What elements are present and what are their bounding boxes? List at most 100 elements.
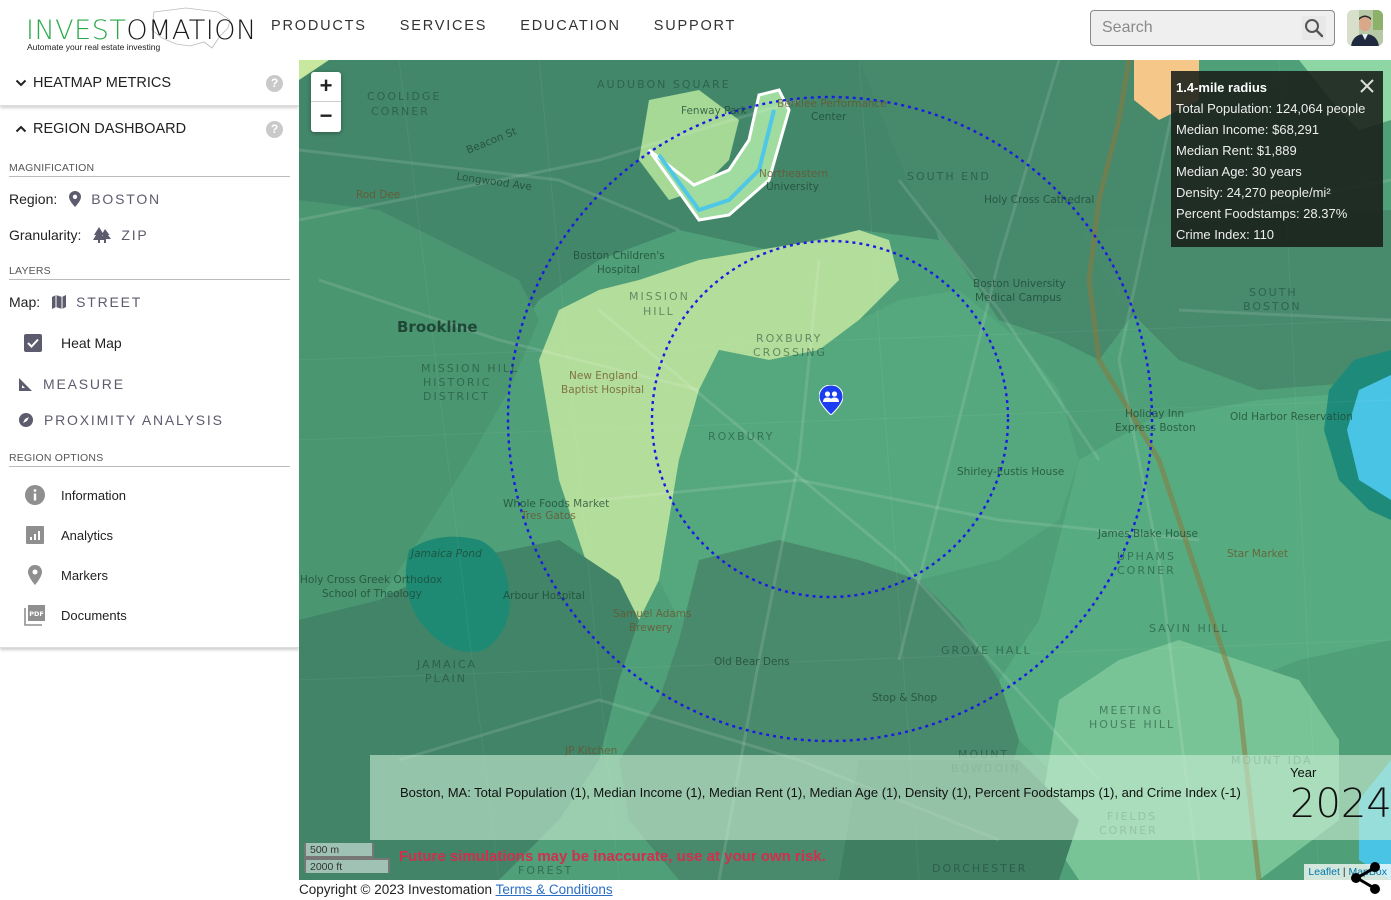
pdf-icon: PDF bbox=[24, 605, 45, 626]
option-information[interactable]: Information bbox=[0, 475, 299, 515]
map-label: JAMAICA bbox=[417, 658, 478, 671]
map-label: COOLIDGE bbox=[367, 90, 442, 103]
option-markers[interactable]: Markers bbox=[0, 555, 299, 595]
option-markers-label: Markers bbox=[61, 567, 108, 583]
map-label: Samuel Adams bbox=[613, 608, 692, 620]
region-dashboard-label: REGION DASHBOARD bbox=[33, 121, 187, 137]
popup-density: Density: 24,270 people/mi² bbox=[1176, 185, 1331, 200]
search-button[interactable] bbox=[1302, 16, 1326, 40]
map-label: Fenway Park bbox=[681, 105, 747, 117]
metrics-weight-summary: Boston, MA: Total Population (1), Median… bbox=[400, 785, 1241, 800]
popup-crime-index: Crime Index: 110 bbox=[1176, 227, 1275, 242]
zoom-control: + − bbox=[311, 72, 341, 132]
avatar-photo-icon bbox=[1347, 10, 1383, 46]
map-label: BOSTON bbox=[1243, 300, 1302, 313]
map-label: Express Boston bbox=[1115, 422, 1196, 434]
map-style-value: STREET bbox=[76, 294, 143, 310]
region-value: BOSTON bbox=[91, 191, 161, 207]
map-label: MEETING bbox=[1099, 704, 1164, 717]
search-box bbox=[1090, 10, 1335, 46]
nav-services[interactable]: SERVICES bbox=[400, 17, 487, 35]
share-icon[interactable] bbox=[1348, 860, 1384, 896]
svg-text:PDF: PDF bbox=[29, 610, 44, 618]
year-value[interactable]: 2024 bbox=[1290, 781, 1391, 827]
terms-link[interactable]: Terms & Conditions bbox=[496, 882, 613, 897]
scale-imperial: 2000 ft bbox=[304, 858, 390, 873]
heatmap-metrics-toggle[interactable]: HEATMAP METRICS ? bbox=[0, 60, 299, 106]
nav-products[interactable]: PRODUCTS bbox=[271, 17, 367, 35]
trees-icon bbox=[93, 227, 112, 243]
map-pin-icon bbox=[69, 191, 82, 207]
map-label: CROSSING bbox=[753, 346, 827, 359]
zoom-in-button[interactable]: + bbox=[311, 72, 341, 102]
map-label: HOUSE HILL bbox=[1089, 718, 1176, 731]
chevron-up-icon bbox=[15, 125, 27, 133]
close-icon[interactable] bbox=[1359, 78, 1375, 94]
heatmap-map[interactable]: AUDUBON SQUARE COOLIDGE CORNER Brookline… bbox=[299, 60, 1391, 880]
checkmark-icon bbox=[27, 338, 39, 348]
map-label: Stop & Shop bbox=[872, 692, 938, 704]
region-selector[interactable]: BOSTON bbox=[69, 191, 161, 207]
region-options-heading: REGION OPTIONS bbox=[9, 442, 290, 467]
option-information-label: Information bbox=[61, 487, 127, 503]
region-row: Region: BOSTON bbox=[0, 181, 299, 217]
map-label: GROVE HALL bbox=[941, 644, 1032, 657]
layers-heading: LAYERS bbox=[9, 255, 290, 280]
map-label: CORNER bbox=[1117, 564, 1176, 577]
map-label: Jamaica Pond bbox=[411, 548, 482, 560]
popup-title: 1.4-mile radius bbox=[1176, 80, 1268, 95]
measure-tool[interactable]: MEASURE bbox=[0, 366, 299, 402]
measure-label: MEASURE bbox=[43, 376, 125, 392]
region-label: Region: bbox=[9, 191, 58, 207]
search-icon bbox=[1305, 19, 1324, 38]
granularity-row: Granularity: ZIP bbox=[0, 217, 299, 253]
map-label: Star Market bbox=[1227, 548, 1288, 560]
user-avatar[interactable] bbox=[1347, 10, 1383, 46]
footer: Copyright © 2023 Investomation Terms & C… bbox=[299, 882, 613, 897]
leaflet-link[interactable]: Leaflet bbox=[1308, 866, 1340, 878]
logo-tagline: Automate your real estate investing bbox=[27, 42, 161, 52]
map-label: Brewery bbox=[629, 622, 673, 634]
map-label: Brookline bbox=[397, 318, 478, 336]
year-label: Year bbox=[1290, 765, 1317, 780]
bar-chart-icon bbox=[26, 526, 44, 544]
map-label: Tres Gatos bbox=[521, 510, 576, 522]
help-icon[interactable]: ? bbox=[266, 75, 283, 92]
heatmap-metrics-label: HEATMAP METRICS bbox=[33, 74, 172, 91]
map-label: Rod Dee bbox=[356, 189, 401, 201]
option-documents[interactable]: PDF Documents bbox=[0, 595, 299, 635]
map-style-row: Map: STREET bbox=[0, 284, 299, 320]
nav-support[interactable]: SUPPORT bbox=[654, 17, 736, 35]
zoom-out-button[interactable]: − bbox=[311, 102, 341, 132]
map-pin-icon bbox=[28, 565, 42, 585]
search-input[interactable] bbox=[1091, 11, 1296, 45]
map-icon bbox=[52, 295, 67, 309]
popup-percent-foodstamps: Percent Foodstamps: 28.37% bbox=[1176, 206, 1348, 221]
main-nav: PRODUCTS SERVICES EDUCATION SUPPORT bbox=[271, 17, 769, 35]
map-label: Boston Children's bbox=[573, 250, 665, 262]
heatmap-checkbox[interactable] bbox=[24, 334, 42, 352]
map-label: UPHAMS bbox=[1117, 550, 1176, 563]
map-label: ROXBURY bbox=[708, 430, 775, 443]
map-style-selector[interactable]: STREET bbox=[52, 294, 142, 310]
sidebar: HEATMAP METRICS ? REGION DASHBOARD ? MAG… bbox=[0, 60, 299, 900]
option-analytics[interactable]: Analytics bbox=[0, 515, 299, 555]
granularity-selector[interactable]: ZIP bbox=[93, 227, 148, 243]
nav-education[interactable]: EDUCATION bbox=[520, 17, 621, 35]
map-label: FOREST bbox=[518, 864, 574, 877]
option-documents-label: Documents bbox=[61, 607, 127, 623]
popup-median-rent: Median Rent: $1,889 bbox=[1176, 143, 1297, 158]
popup-median-income: Median Income: $68,291 bbox=[1176, 122, 1320, 137]
proximity-analysis-tool[interactable]: PROXIMITY ANALYSIS bbox=[0, 402, 299, 438]
logo[interactable]: INVESTOMATION Automate your real estate … bbox=[26, 7, 256, 56]
proximity-label: PROXIMITY ANALYSIS bbox=[44, 412, 224, 428]
proximity-marker-icon[interactable] bbox=[819, 385, 843, 415]
map-label: Arbour Hospital bbox=[503, 590, 585, 602]
map-style-label: Map: bbox=[9, 294, 41, 310]
help-icon[interactable]: ? bbox=[266, 121, 283, 138]
map-label: University bbox=[766, 181, 819, 193]
copyright-text: Copyright © 2023 Investomation bbox=[299, 882, 496, 897]
simulation-warning: Future simulations may be inaccurate, us… bbox=[399, 848, 826, 865]
map-label: Old Harbor Reservation bbox=[1230, 411, 1353, 423]
region-dashboard-toggle[interactable]: REGION DASHBOARD ? bbox=[0, 106, 299, 152]
